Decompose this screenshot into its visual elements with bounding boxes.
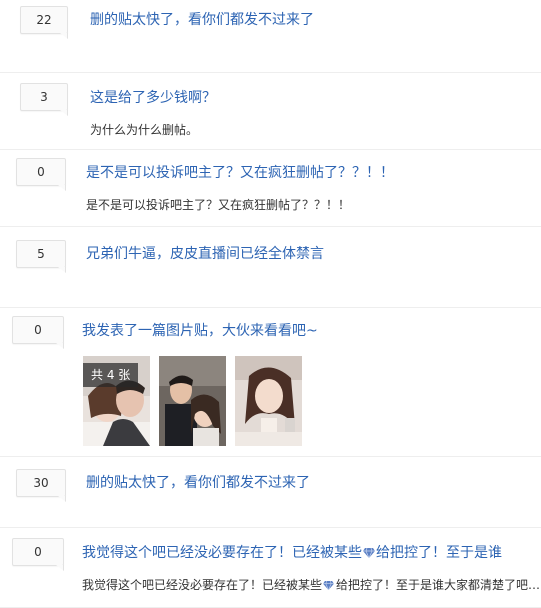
thread-item: 0 我发表了一篇图片贴，大伙来看看吧~ 共 4 张 [0,308,541,457]
reply-count-badge: 3 [20,83,68,111]
thread-item: 22 删的贴太快了，看你们都发不过来了 [0,0,541,73]
thread-title-link[interactable]: 删的贴太快了，看你们都发不过来了 [90,9,314,29]
thread-title-link[interactable]: 这是给了多少钱啊？ [90,87,216,107]
thread-item: 30 删的贴太快了，看你们都发不过来了 [0,457,541,528]
thread-title-link[interactable]: 是不是可以投诉吧主了？又在疯狂删帖了？？！！ [86,162,394,182]
thumbnail-image[interactable] [159,356,226,446]
thread-title-link[interactable]: 我觉得这个吧已经没必要存在了！已经被某些 给把控了！至于是谁 [82,542,502,562]
thread-title-link[interactable]: 删的贴太快了，看你们都发不过来了 [86,472,310,492]
thumbnail-strip: 共 4 张 [83,356,302,446]
title-text-part: 我觉得这个吧已经没必要存在了！已经被某些 [82,545,362,561]
thread-item: 0 我觉得这个吧已经没必要存在了！已经被某些 给把控了！至于是谁 我觉得这个吧已经… [0,528,541,608]
portrait-photo [235,356,302,446]
excerpt-text-part: 我觉得这个吧已经没必要存在了！已经被某些 [82,578,323,592]
reply-count-badge: 0 [12,538,64,566]
thread-title-link[interactable]: 兄弟们牛逼，皮皮直播间已经全体禁言 [86,243,324,263]
reply-count-badge: 0 [12,316,64,344]
thread-item: 3 这是给了多少钱啊？ 为什么为什么删帖。 [0,73,541,150]
thread-excerpt: 是不是可以投诉吧主了？又在疯狂删帖了？？！！ [86,198,351,212]
image-count-badge: 共 4 张 [83,363,139,387]
thread-excerpt: 为什么为什么删帖。 [90,123,199,137]
title-text-part: 给把控了！至于是谁 [376,545,502,561]
reply-count-badge: 30 [16,469,66,497]
thumbnail-image[interactable]: 共 4 张 [83,356,150,446]
selfie-photo [159,356,226,446]
gem-icon [363,546,375,559]
thread-item: 0 是不是可以投诉吧主了？又在疯狂删帖了？？！！ 是不是可以投诉吧主了？又在疯狂… [0,150,541,227]
reply-count-badge: 0 [16,158,66,186]
gem-icon [323,579,335,591]
reply-count-badge: 22 [20,6,68,34]
excerpt-text-part: 给把控了！至于是谁大家都清楚了吧… [336,578,541,592]
thread-item: 5 兄弟们牛逼，皮皮直播间已经全体禁言 [0,227,541,308]
thread-excerpt: 我觉得这个吧已经没必要存在了！已经被某些 给把控了！至于是谁大家都清楚了吧… [82,576,540,593]
thumbnail-image[interactable] [235,356,302,446]
reply-count-badge: 5 [16,240,66,268]
thread-title-link[interactable]: 我发表了一篇图片贴，大伙来看看吧~ [82,320,318,340]
